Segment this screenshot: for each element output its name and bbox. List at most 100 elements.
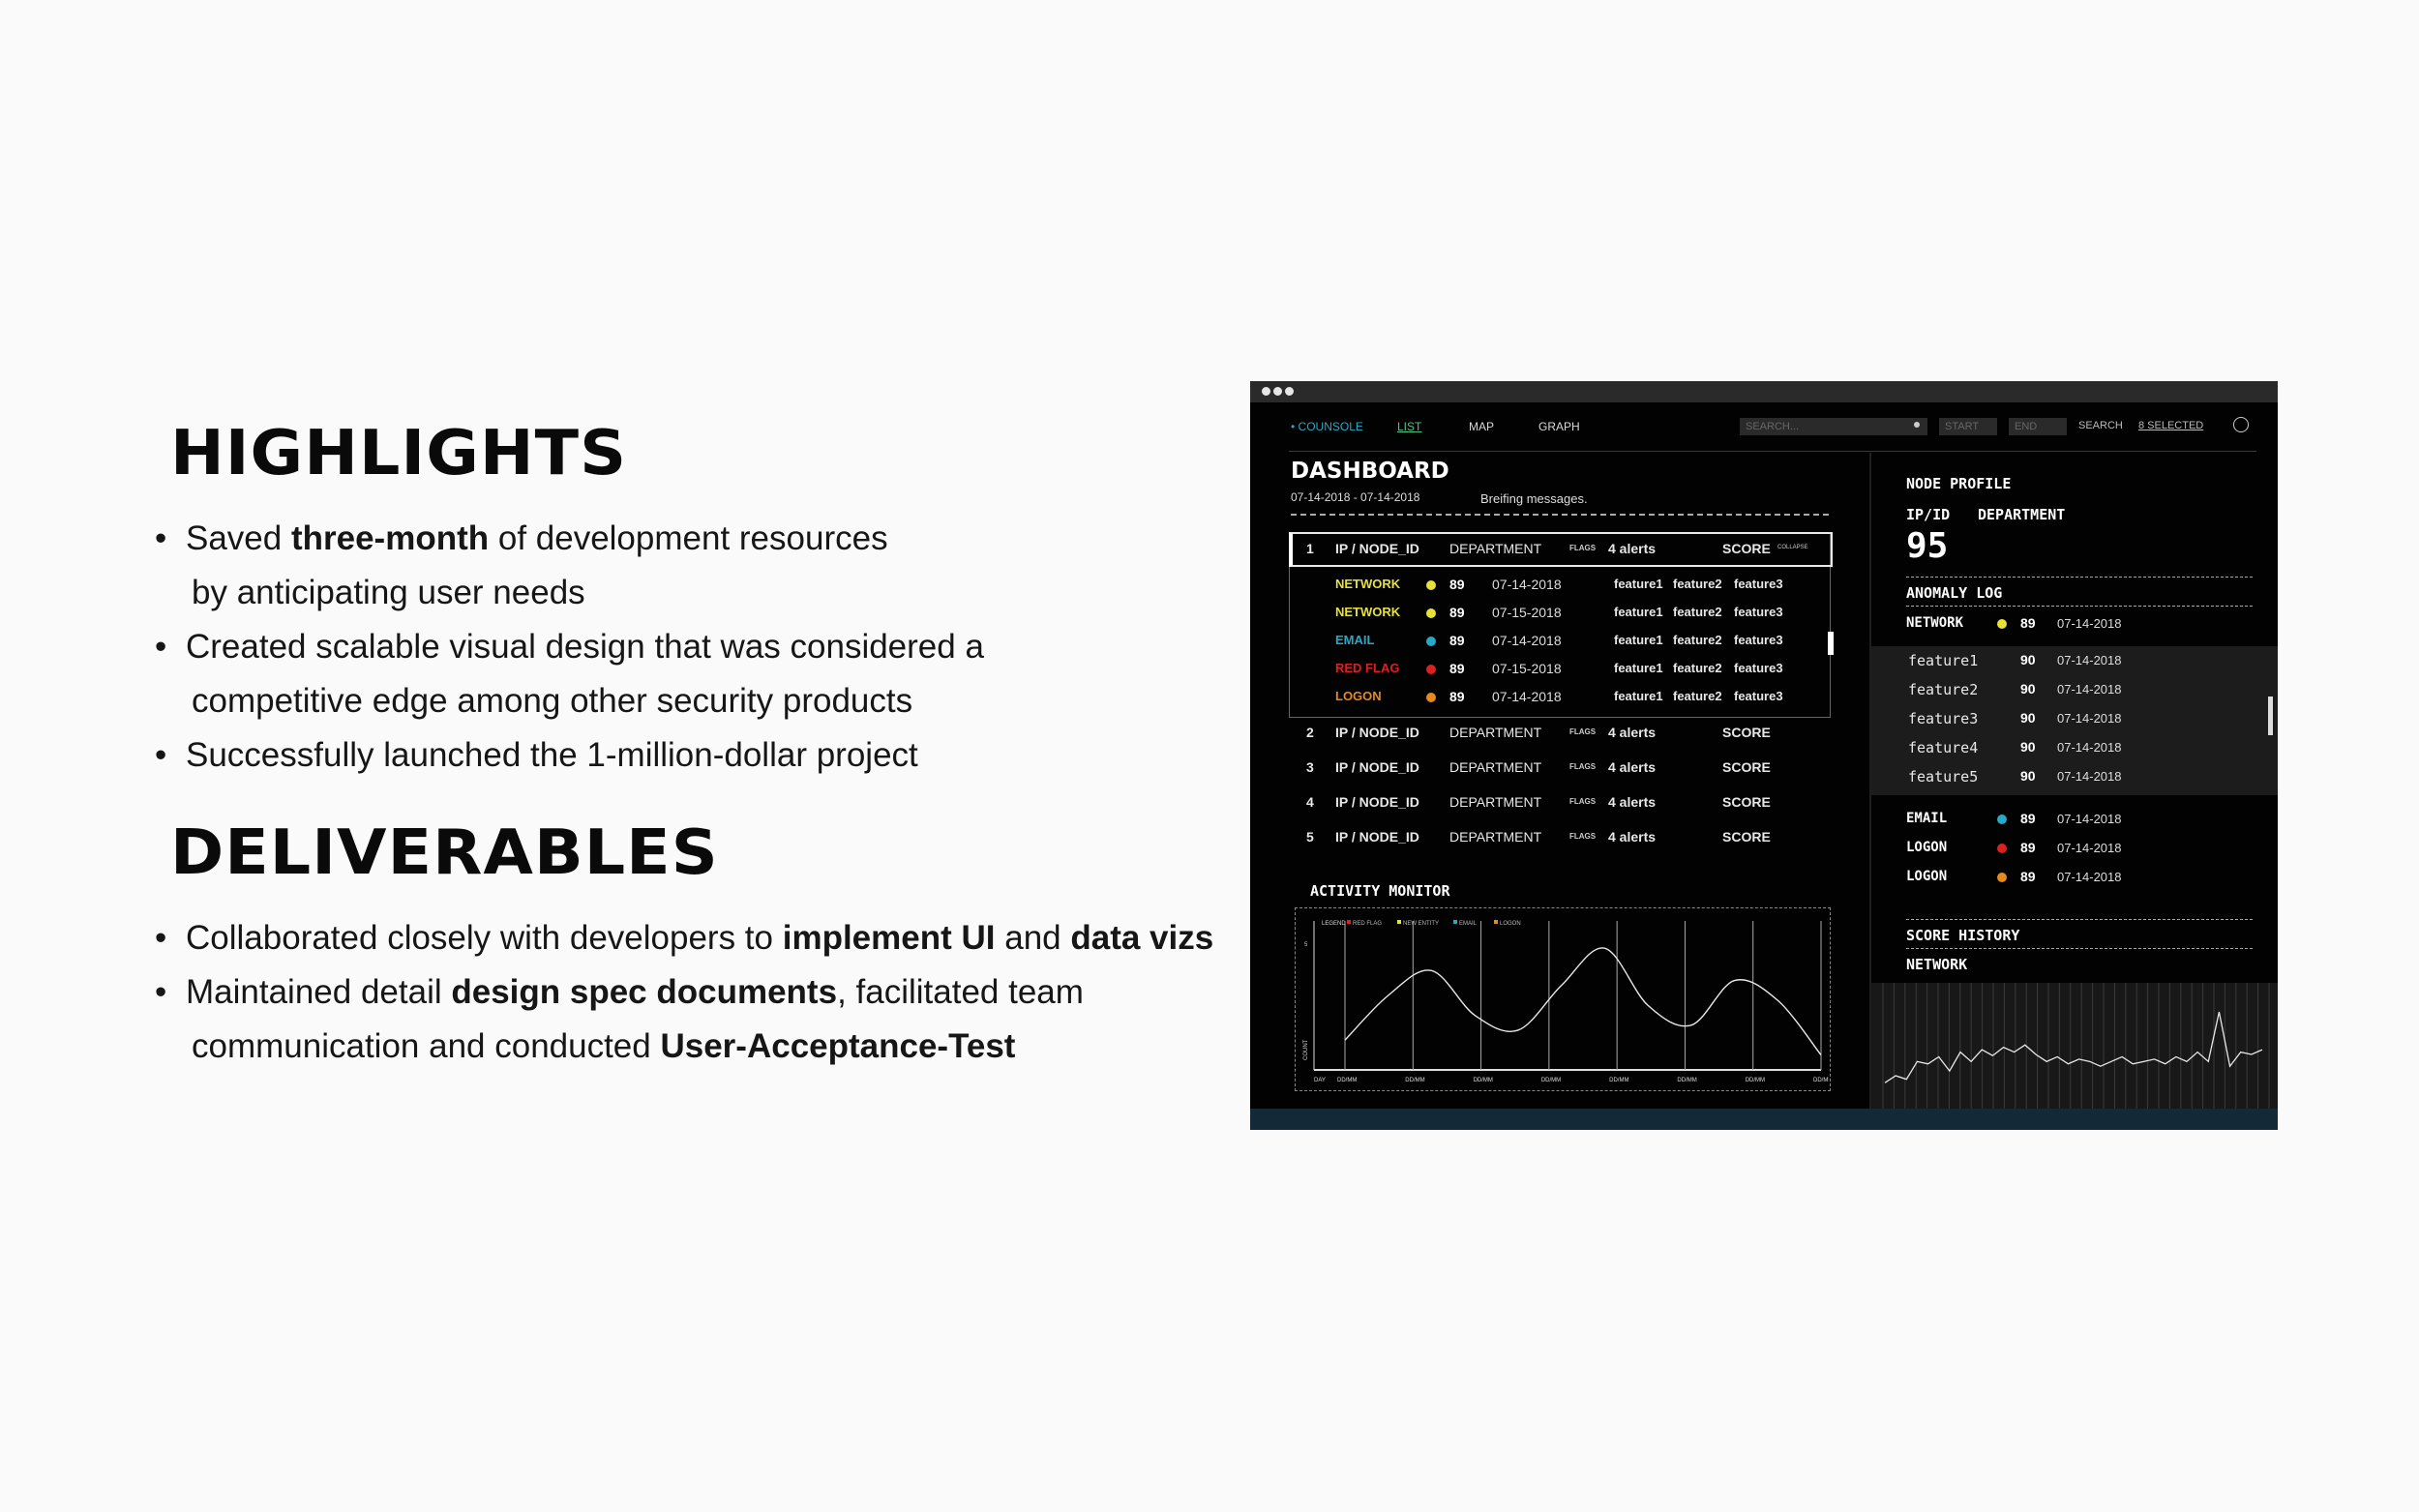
x-tick-label: DD/MM — [1609, 1078, 1628, 1083]
ip-id-label: IP/ID — [1906, 506, 1951, 523]
flags-tag: FLAGS — [1569, 832, 1597, 841]
feature-date: 07-14-2018 — [2057, 740, 2122, 755]
nav-console[interactable]: • COUNSOLE — [1291, 420, 1363, 433]
legend-swatch — [1397, 920, 1401, 924]
score-label: SCORE — [1722, 829, 1771, 845]
row-number: 4 — [1306, 794, 1314, 810]
nav-tab-list[interactable]: LIST — [1397, 420, 1421, 433]
activity-monitor-title: ACTIVITY MONITOR — [1310, 882, 1450, 900]
panel-scrollbar[interactable] — [1828, 632, 1834, 655]
bullet-line: Collaborated closely with developers to … — [178, 911, 1213, 965]
ip-node-id: IP / NODE_ID — [1335, 794, 1419, 810]
bullet-line: Created scalable visual design that was … — [178, 620, 984, 674]
bullet-icon: • — [155, 919, 167, 957]
row-number: 2 — [1306, 725, 1314, 740]
deliverables-list: • Collaborated closely with developers to… — [155, 911, 1213, 1074]
alerts-count: 4 alerts — [1608, 794, 1657, 810]
alerts-count: 4 alerts — [1608, 725, 1657, 740]
window-dot-icon[interactable] — [1273, 387, 1282, 396]
subrow-feature: feature3 — [1734, 605, 1783, 619]
subrow-type: NETWORK — [1335, 577, 1401, 591]
alerts-count: 4 alerts — [1608, 541, 1657, 556]
flags-tag: FLAGS — [1569, 727, 1597, 736]
feature-name: feature1 — [1908, 652, 1979, 669]
collapse-toggle[interactable]: COLLAPSE — [1777, 545, 1808, 550]
bullet-item: • Saved three-month of development resour… — [155, 512, 984, 620]
start-placeholder: START — [1945, 421, 1980, 432]
feature-scrollbar[interactable] — [2268, 697, 2273, 735]
end-date-input[interactable]: END — [2009, 418, 2067, 435]
start-date-input[interactable]: START — [1939, 418, 1997, 435]
bullet-line: Maintained detail design spec documents,… — [178, 965, 1213, 1020]
x-tick-label: DD/MM — [1337, 1078, 1357, 1083]
legend-item: NEW ENTITY — [1403, 921, 1439, 927]
feature-date: 07-14-2018 — [2057, 653, 2122, 667]
text-span: Successfully launched the 1-million-doll… — [186, 736, 918, 774]
text-span: , facilitated team — [837, 973, 1084, 1011]
nav-tab-graph[interactable]: GRAPH — [1538, 420, 1580, 433]
feature-name: feature2 — [1908, 681, 1979, 698]
row-number: 5 — [1306, 829, 1314, 845]
bullet-icon: • — [155, 519, 167, 557]
subrow-type: EMAIL — [1335, 633, 1375, 647]
feature-name: feature5 — [1908, 768, 1979, 786]
text-span: communication and conducted — [192, 1027, 661, 1065]
department: DEPARTMENT — [1449, 829, 1542, 845]
app-window: • COUNSOLE LIST MAP GRAPH SEARCH... STAR… — [1250, 381, 2278, 1130]
selected-count-link[interactable]: 8 SELECTED — [2138, 420, 2203, 431]
alerts-count: 4 alerts — [1608, 829, 1657, 845]
subrow-score: 89 — [1449, 689, 1465, 704]
subrow-date: 07-14-2018 — [1492, 577, 1562, 592]
feature-score: 90 — [2020, 652, 2036, 667]
bullet-item: • Successfully launched the 1-million-dol… — [155, 728, 984, 783]
anomaly-log-title: ANOMALY LOG — [1906, 584, 2003, 602]
log-score: 89 — [2020, 615, 2036, 631]
bullet-line: competitive edge among other security pr… — [192, 682, 913, 720]
legend-swatch — [1453, 920, 1457, 924]
user-avatar-icon[interactable] — [2233, 417, 2249, 432]
nav-tab-map[interactable]: MAP — [1469, 420, 1494, 433]
search-button[interactable]: SEARCH — [2078, 420, 2123, 431]
profile-divider — [1906, 577, 2253, 578]
feature-name: feature4 — [1908, 739, 1979, 756]
legend-swatch — [1347, 920, 1351, 924]
anomaly-divider — [1906, 606, 2253, 607]
node-score: 95 — [1906, 526, 1949, 566]
bullet-item: • Maintained detail design spec documents… — [155, 965, 1213, 1074]
log-type: LOGON — [1906, 840, 1948, 855]
dashboard-title: DASHBOARD — [1291, 459, 1449, 484]
subrow-feature: feature3 — [1734, 577, 1783, 591]
x-tick-label: DAY — [1314, 1078, 1326, 1083]
subrow-feature: feature2 — [1673, 633, 1722, 647]
score-history-title: SCORE HISTORY — [1906, 927, 2020, 944]
log-date: 07-14-2018 — [2057, 616, 2122, 631]
status-dot-icon — [1997, 844, 2007, 853]
search-input[interactable]: SEARCH... — [1740, 418, 1927, 435]
legend-item: EMAIL — [1459, 921, 1478, 927]
flags-tag: FLAGS — [1569, 797, 1597, 806]
department: DEPARTMENT — [1449, 794, 1542, 810]
subrow-date: 07-14-2018 — [1492, 689, 1562, 704]
deliverables-heading: DELIVERABLES — [170, 817, 719, 889]
text-span: Maintained detail — [186, 973, 452, 1011]
status-dot-icon — [1426, 608, 1436, 618]
feature-score: 90 — [2020, 739, 2036, 755]
nav-divider — [1289, 451, 2256, 452]
subrow-date: 07-15-2018 — [1492, 605, 1562, 620]
search-dot-icon — [1914, 422, 1920, 428]
log-type: EMAIL — [1906, 811, 1948, 826]
window-dot-icon[interactable] — [1262, 387, 1270, 396]
subrow-feature: feature2 — [1673, 689, 1722, 703]
highlights-list: • Saved three-month of development resour… — [155, 512, 984, 783]
score-history-subtitle: NETWORK — [1906, 956, 1968, 973]
status-dot-icon — [1997, 619, 2007, 629]
text-span: of development resources — [489, 519, 888, 557]
subrow-feature: feature1 — [1614, 577, 1663, 591]
window-dot-icon[interactable] — [1285, 387, 1294, 396]
highlights-heading: HIGHLIGHTS — [170, 418, 628, 489]
bold-text: implement UI — [782, 919, 996, 957]
x-tick-label: DD/MM — [1813, 1078, 1829, 1083]
status-dot-icon — [1997, 815, 2007, 824]
ip-node-id: IP / NODE_ID — [1335, 725, 1419, 740]
x-tick-label: DD/MM — [1474, 1078, 1493, 1083]
